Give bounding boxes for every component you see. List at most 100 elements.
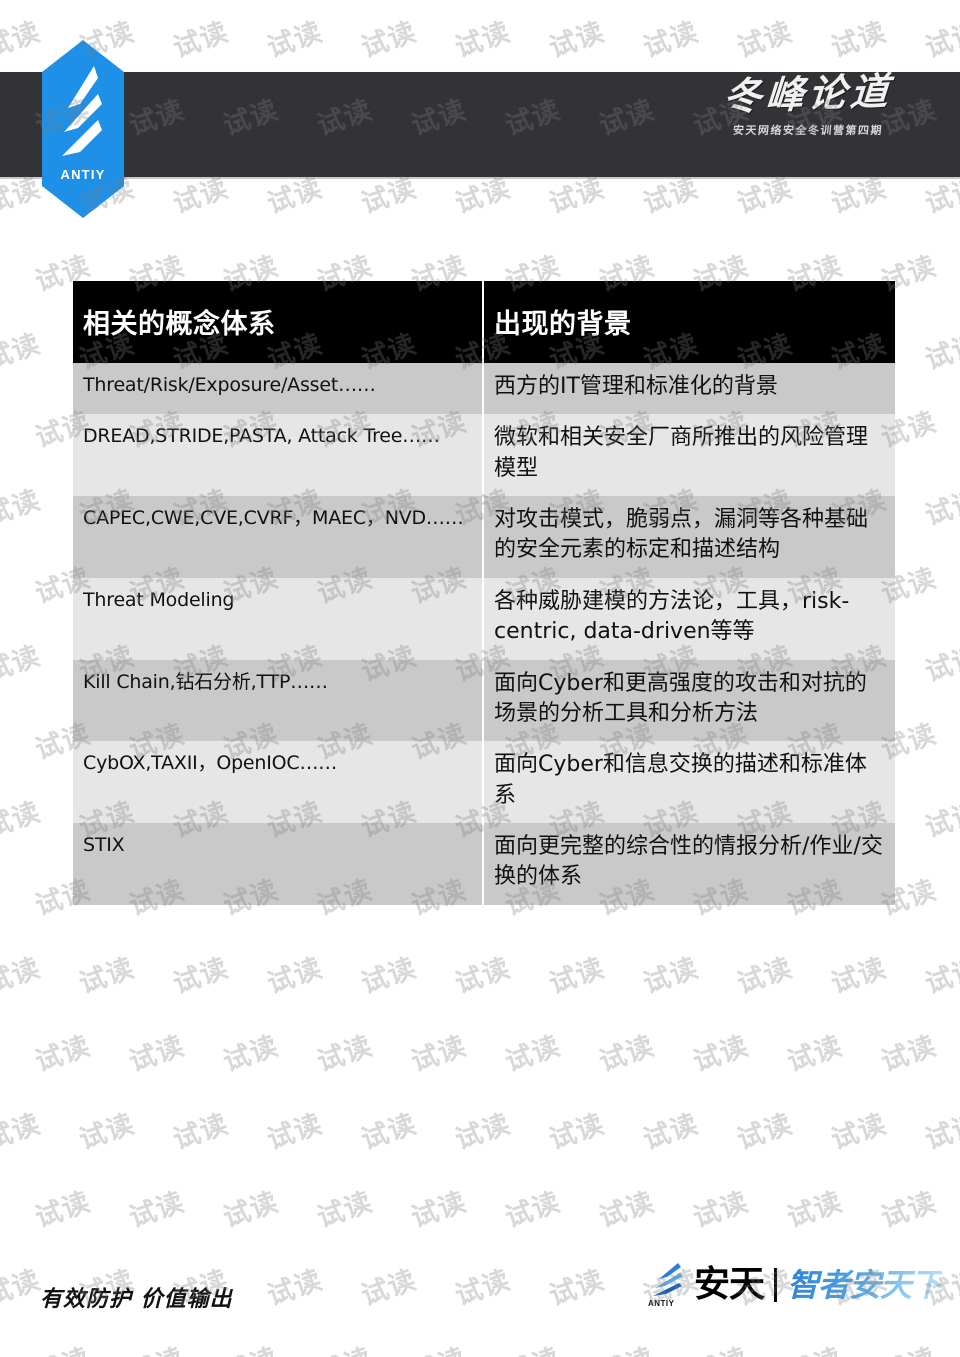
watermark-text: 试读 — [687, 1336, 753, 1357]
cell-concept: DREAD,STRIDE,PASTA, Attack Tree…… — [73, 414, 483, 497]
column-header-concept: 相关的概念体系 — [73, 281, 483, 363]
cell-background: 微软和相关安全厂商所推出的风险管理模型 — [482, 414, 895, 497]
concept-systems-table: 相关的概念体系 出现的背景 Threat/Risk/Exposure/Asset… — [73, 281, 895, 905]
watermark-text: 试读 — [169, 1108, 233, 1157]
column-header-background: 出现的背景 — [482, 281, 895, 363]
watermark-text: 试读 — [545, 16, 609, 65]
watermark-text: 试读 — [125, 1186, 189, 1235]
watermark-text: 试读 — [595, 1186, 659, 1235]
watermark-text: 试读 — [921, 328, 960, 377]
watermark-text: 试读 — [313, 1186, 377, 1235]
watermark-text: 试读 — [169, 952, 233, 1001]
watermark-text: 试读 — [827, 1108, 891, 1157]
table-header-row: 相关的概念体系 出现的背景 — [73, 281, 895, 363]
watermark-text: 试读 — [357, 16, 421, 65]
watermark-text: 试读 — [0, 868, 1, 923]
watermark-text: 试读 — [451, 1108, 515, 1157]
calligraphy-subtitle: 安天网络安全冬训营第四期 — [732, 123, 884, 137]
cell-concept: CybOX,TAXII，OpenIOC…… — [73, 741, 483, 823]
watermark-text: 试读 — [733, 952, 797, 1001]
watermark-text: 试读 — [0, 1264, 45, 1313]
watermark-text: 试读 — [0, 16, 45, 65]
watermark-text: 试读 — [921, 640, 960, 689]
brand-divider — [773, 1268, 777, 1302]
watermark-text: 试读 — [313, 1030, 377, 1079]
watermark-text: 试读 — [499, 1336, 565, 1357]
antiy-logo-hexagon: ANTIY — [42, 40, 124, 218]
watermark-text: 试读 — [0, 1180, 1, 1235]
watermark-text: 试读 — [217, 1336, 283, 1357]
antiy-logo-wordmark: ANTIY — [60, 167, 106, 182]
watermark-text: 试读 — [0, 712, 1, 767]
watermark-text: 试读 — [639, 952, 703, 1001]
cell-background: 各种威胁建模的方法论，工具，risk-centric, data-driven等… — [482, 577, 895, 660]
footer-brand-lockup: ANTIY 安天 智者安天下 — [648, 1262, 943, 1308]
watermark-text: 试读 — [407, 1030, 471, 1079]
watermark-text: 试读 — [357, 1264, 421, 1313]
watermark-text: 试读 — [921, 796, 960, 845]
watermark-text: 试读 — [0, 1336, 1, 1357]
watermark-text: 试读 — [75, 1108, 139, 1157]
watermark-text: 试读 — [125, 1030, 189, 1079]
cell-concept: STIX — [73, 822, 483, 905]
watermark-text: 试读 — [405, 1336, 471, 1357]
watermark-text: 试读 — [783, 1186, 847, 1235]
watermark-text: 试读 — [0, 556, 1, 611]
watermark-text: 试读 — [639, 1108, 703, 1157]
header-divider-rule — [0, 177, 960, 179]
table-row: Threat/Risk/Exposure/Asset…… 西方的IT管理和标准化… — [73, 363, 895, 415]
watermark-text: 试读 — [501, 1186, 565, 1235]
watermark-text: 试读 — [31, 1186, 95, 1235]
table-row: CybOX,TAXII，OpenIOC…… 面向Cyber和信息交换的描述和标准… — [73, 741, 895, 823]
watermark-text: 试读 — [877, 1030, 941, 1079]
watermark-text: 试读 — [75, 952, 139, 1001]
watermark-text: 试读 — [921, 484, 960, 533]
brand-tagline: 智者安天下 — [786, 1266, 943, 1304]
watermark-text: 试读 — [451, 1264, 515, 1313]
watermark-text: 试读 — [219, 1186, 283, 1235]
watermark-text: 试读 — [593, 1336, 659, 1357]
watermark-text: 试读 — [357, 952, 421, 1001]
slide-root: ANTIY 冬峰论道 安天网络安全冬训营第四期 相关的概念体系 出现的背景 Th… — [0, 0, 960, 1357]
watermark-text: 试读 — [123, 1336, 189, 1357]
cell-background: 面向Cyber和信息交换的描述和标准体系 — [482, 741, 895, 823]
watermark-text: 试读 — [545, 952, 609, 1001]
watermark-text: 试读 — [545, 1264, 609, 1313]
watermark-text: 试读 — [311, 1336, 377, 1357]
watermark-text: 试读 — [219, 1030, 283, 1079]
table-body: Threat/Risk/Exposure/Asset…… 西方的IT管理和标准化… — [73, 363, 895, 905]
table-header: 相关的概念体系 出现的背景 — [73, 281, 895, 363]
watermark-text: 试读 — [263, 1108, 327, 1157]
table-row: Threat Modeling 各种威胁建模的方法论，工具，risk-centr… — [73, 577, 895, 660]
watermark-text: 试读 — [545, 1108, 609, 1157]
watermark-text: 试读 — [827, 16, 891, 65]
watermark-text: 试读 — [827, 952, 891, 1001]
watermark-text: 试读 — [0, 1108, 45, 1157]
watermark-text: 试读 — [595, 1030, 659, 1079]
cell-background: 对攻击模式，脆弱点，漏洞等各种基础的安全元素的标定和描述结构 — [482, 496, 895, 578]
watermark-text: 试读 — [357, 1108, 421, 1157]
watermark-text: 试读 — [783, 1030, 847, 1079]
watermark-text: 试读 — [0, 484, 45, 533]
watermark-text: 试读 — [0, 400, 1, 455]
watermark-text: 试读 — [0, 796, 45, 845]
brand-name-cn: 安天 — [693, 1264, 765, 1305]
watermark-text: 试读 — [501, 1030, 565, 1079]
watermark-text: 试读 — [875, 1336, 941, 1357]
watermark-text: 试读 — [921, 16, 960, 65]
watermark-text: 试读 — [0, 244, 1, 299]
watermark-text: 试读 — [407, 1186, 471, 1235]
watermark-text: 试读 — [877, 1186, 941, 1235]
footer-slogan: 有效防护 价值输出 — [40, 1286, 233, 1312]
watermark-text: 试读 — [0, 952, 45, 1001]
watermark-text: 试读 — [451, 16, 515, 65]
watermark-text: 试读 — [689, 1030, 753, 1079]
watermark-text: 试读 — [0, 640, 45, 689]
cell-concept: Threat Modeling — [73, 577, 483, 660]
cell-background: 西方的IT管理和标准化的背景 — [482, 363, 895, 415]
table-row: Kill Chain,钻石分析,TTP…… 面向Cyber和更高强度的攻击和对抗… — [73, 659, 895, 742]
watermark-text: 试读 — [169, 16, 233, 65]
watermark-text: 试读 — [451, 952, 515, 1001]
watermark-text: 试读 — [263, 952, 327, 1001]
cell-concept: Threat/Risk/Exposure/Asset…… — [73, 363, 483, 415]
